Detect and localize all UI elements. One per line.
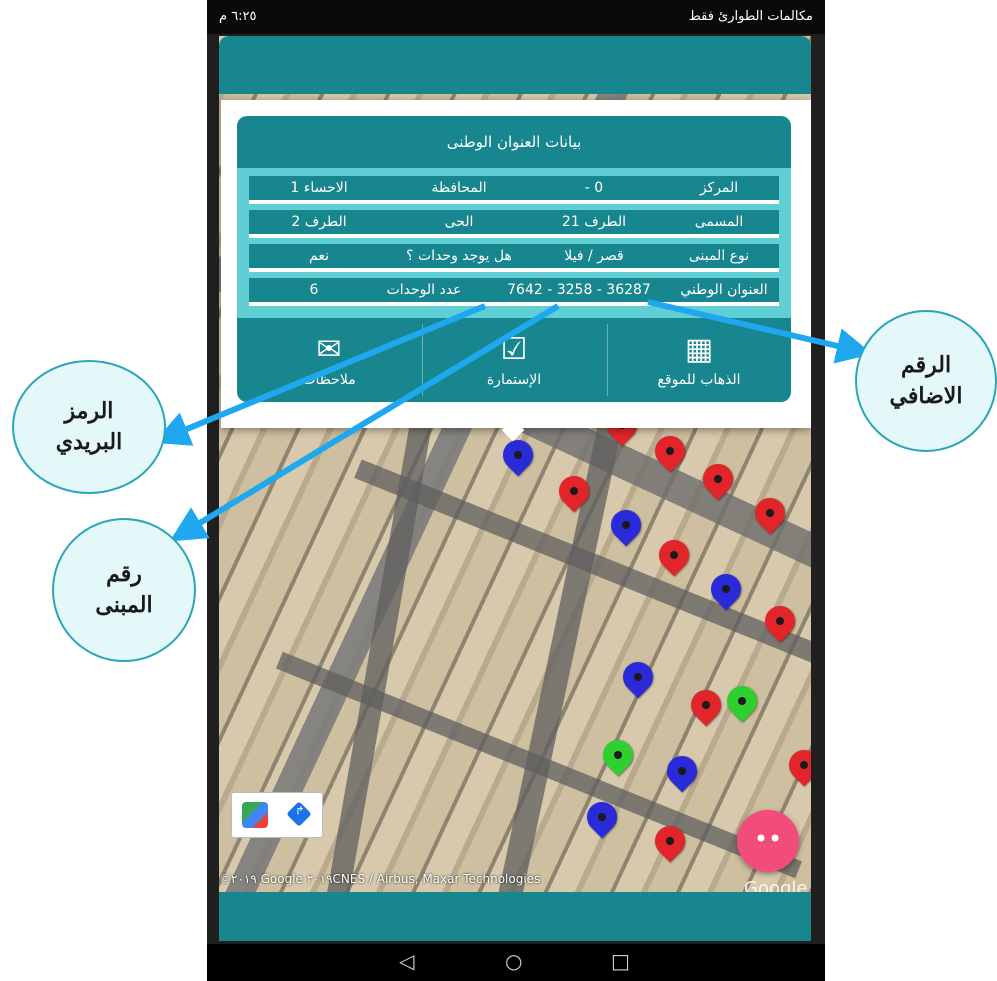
arrow-postal-code [153,303,487,446]
arrow-building-number [169,303,560,542]
arrow-extra-number [647,299,873,364]
bubble-building-number: رقم المبنى [52,518,196,662]
extra-number-line2: الاضافي [889,383,963,409]
bubble-extra-number: الرقم الاضافي [855,310,997,452]
building-number-line1: رقم [106,561,142,588]
postal-code-line1: الرمز [64,398,114,425]
annotation-arrows [153,299,873,542]
postal-code-line2: البريدي [55,429,123,455]
bubble-postal-code: الرمز البريدي [12,360,166,494]
building-number-line2: المبنى [95,592,153,618]
extra-number-line1: الرقم [900,352,952,379]
